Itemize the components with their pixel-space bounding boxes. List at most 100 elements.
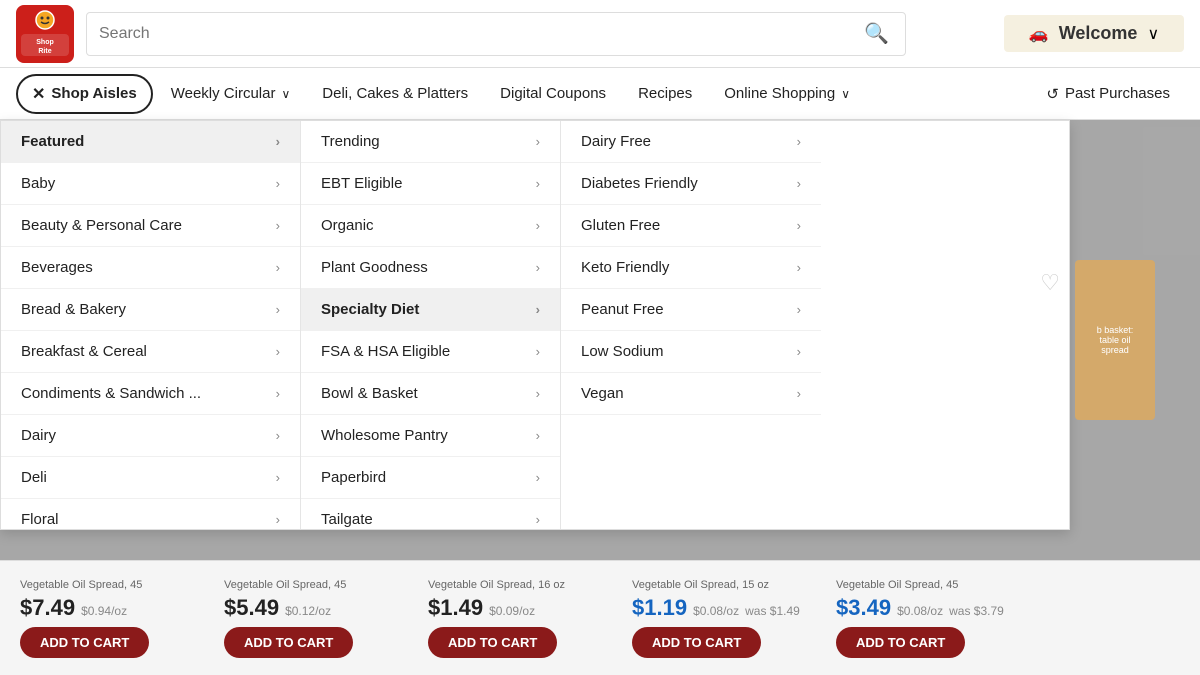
- nav-weekly-circular[interactable]: Weekly Circular ∨: [157, 77, 305, 110]
- chevron-right-icon: ›: [536, 134, 540, 149]
- brand-item[interactable]: Organic ›: [301, 205, 560, 247]
- category-item[interactable]: Dairy›: [1, 415, 300, 457]
- nav-past-purchases[interactable]: ↺ Past Purchases: [1032, 77, 1184, 111]
- product-price: $3.49: [836, 595, 891, 621]
- add-to-cart-button[interactable]: ADD TO CART: [224, 627, 353, 658]
- diet-item[interactable]: Gluten Free›: [561, 205, 821, 247]
- chevron-down-icon-2: ∨: [841, 87, 850, 101]
- brand-label: Plant Goodness: [321, 259, 428, 276]
- chevron-right-icon: ›: [276, 344, 280, 359]
- recipes-label: Recipes: [638, 85, 692, 102]
- search-button[interactable]: 🔍: [860, 17, 893, 50]
- add-to-cart-button[interactable]: ADD TO CART: [836, 627, 965, 658]
- nav-deli-cakes[interactable]: Deli, Cakes & Platters: [308, 77, 482, 110]
- product-description: Vegetable Oil Spread, 45: [836, 579, 958, 591]
- diet-label: Peanut Free: [581, 301, 664, 318]
- chevron-right-icon: ›: [536, 218, 540, 233]
- nav-digital-coupons[interactable]: Digital Coupons: [486, 77, 620, 110]
- add-to-cart-button[interactable]: ADD TO CART: [20, 627, 149, 658]
- search-input[interactable]: [99, 25, 860, 43]
- product-item: Vegetable Oil Spread, 15 oz $1.19 $0.08/…: [632, 579, 812, 658]
- digital-coupons-label: Digital Coupons: [500, 85, 606, 102]
- chevron-right-icon: ›: [276, 302, 280, 317]
- online-shopping-label: Online Shopping: [724, 85, 835, 102]
- brand-label: Tailgate: [321, 511, 373, 528]
- welcome-area[interactable]: 🚗 Welcome ∨: [1004, 15, 1184, 52]
- diet-label: Vegan: [581, 385, 624, 402]
- nav-shop-aisles[interactable]: ✕ Shop Aisles: [16, 74, 153, 114]
- category-label: Featured: [21, 133, 84, 150]
- brand-label: EBT Eligible: [321, 175, 402, 192]
- past-purchases-label: Past Purchases: [1065, 85, 1170, 102]
- product-per-oz: $0.08/oz: [693, 604, 739, 618]
- add-to-cart-button[interactable]: ADD TO CART: [428, 627, 557, 658]
- nav-bar: ✕ Shop Aisles Weekly Circular ∨ Deli, Ca…: [0, 68, 1200, 120]
- heart-icon[interactable]: ♡: [1040, 270, 1060, 296]
- diet-item[interactable]: Low Sodium›: [561, 331, 821, 373]
- diet-column: Dairy Free›Diabetes Friendly›Gluten Free…: [561, 121, 821, 529]
- product-price: $1.49: [428, 595, 483, 621]
- brand-item[interactable]: EBT Eligible›: [301, 163, 560, 205]
- category-item[interactable]: Baby›: [1, 163, 300, 205]
- category-item[interactable]: Bread & Bakery›: [1, 289, 300, 331]
- brand-item[interactable]: Trending ›: [301, 121, 560, 163]
- brand-item[interactable]: Plant Goodness ›: [301, 247, 560, 289]
- chevron-right-icon: ›: [797, 218, 801, 233]
- brand-label: Bowl & Basket: [321, 385, 418, 402]
- brand-label: Trending: [321, 133, 380, 150]
- category-item[interactable]: Floral ›: [1, 499, 300, 529]
- brand-label: Paperbird: [321, 469, 386, 486]
- product-price-row: $1.19 $0.08/oz was $1.49: [632, 595, 800, 621]
- diet-item[interactable]: Peanut Free›: [561, 289, 821, 331]
- category-label: Breakfast & Cereal: [21, 343, 147, 360]
- chevron-right-icon: ›: [276, 512, 280, 527]
- brand-item[interactable]: FSA & HSA Eligible›: [301, 331, 560, 373]
- product-price-row: $3.49 $0.08/oz was $3.79: [836, 595, 1004, 621]
- product-item: Vegetable Oil Spread, 45 $7.49 $0.94/oz …: [20, 579, 200, 658]
- chevron-down-icon: ∨: [281, 87, 290, 101]
- product-image: b basket:table oilspread: [1075, 260, 1155, 420]
- brand-item[interactable]: Wholesome Pantry›: [301, 415, 560, 457]
- diet-item[interactable]: Diabetes Friendly ›: [561, 163, 821, 205]
- category-label: Deli: [21, 469, 47, 486]
- product-per-oz: $0.94/oz: [81, 604, 127, 618]
- diet-item[interactable]: Dairy Free›: [561, 121, 821, 163]
- category-item[interactable]: Breakfast & Cereal ›: [1, 331, 300, 373]
- nav-online-shopping[interactable]: Online Shopping ∨: [710, 77, 864, 110]
- chevron-right-icon: ›: [536, 512, 540, 527]
- brand-label: Organic: [321, 217, 374, 234]
- product-price-row: $7.49 $0.94/oz: [20, 595, 127, 621]
- chevron-right-icon: ›: [797, 176, 801, 191]
- category-item[interactable]: Beverages›: [1, 247, 300, 289]
- chevron-right-icon: ›: [797, 260, 801, 275]
- logo[interactable]: Shop Rite: [16, 5, 74, 63]
- brand-item[interactable]: Specialty Diet›: [301, 289, 560, 331]
- category-item[interactable]: Condiments & Sandwich ...›: [1, 373, 300, 415]
- brand-item[interactable]: Bowl & Basket›: [301, 373, 560, 415]
- add-to-cart-button[interactable]: ADD TO CART: [632, 627, 761, 658]
- brand-item[interactable]: Paperbird ›: [301, 457, 560, 499]
- diet-item[interactable]: Vegan›: [561, 373, 821, 415]
- nav-recipes[interactable]: Recipes: [624, 77, 706, 110]
- product-strip: Vegetable Oil Spread, 45 $7.49 $0.94/oz …: [0, 560, 1200, 675]
- car-icon: 🚗: [1029, 24, 1049, 44]
- diet-label: Dairy Free: [581, 133, 651, 150]
- product-price: $1.19: [632, 595, 687, 621]
- diet-label: Diabetes Friendly: [581, 175, 698, 192]
- product-per-oz: $0.12/oz: [285, 604, 331, 618]
- category-item[interactable]: Featured›: [1, 121, 300, 163]
- chevron-right-icon: ›: [536, 260, 540, 275]
- product-was-price: was $3.79: [949, 604, 1004, 618]
- svg-text:Shop: Shop: [36, 39, 54, 46]
- category-item[interactable]: Beauty & Personal Care›: [1, 205, 300, 247]
- diet-item[interactable]: Keto Friendly›: [561, 247, 821, 289]
- category-item[interactable]: Deli›: [1, 457, 300, 499]
- product-per-oz: $0.09/oz: [489, 604, 535, 618]
- category-label: Floral: [21, 511, 59, 528]
- category-label: Beverages: [21, 259, 93, 276]
- product-was-price: was $1.49: [745, 604, 800, 618]
- categories-column: Featured›Baby›Beauty & Personal Care›Bev…: [1, 121, 301, 529]
- brand-item[interactable]: Tailgate ›: [301, 499, 560, 529]
- chevron-right-icon: ›: [536, 470, 540, 485]
- chevron-down-icon: ∨: [1147, 24, 1159, 44]
